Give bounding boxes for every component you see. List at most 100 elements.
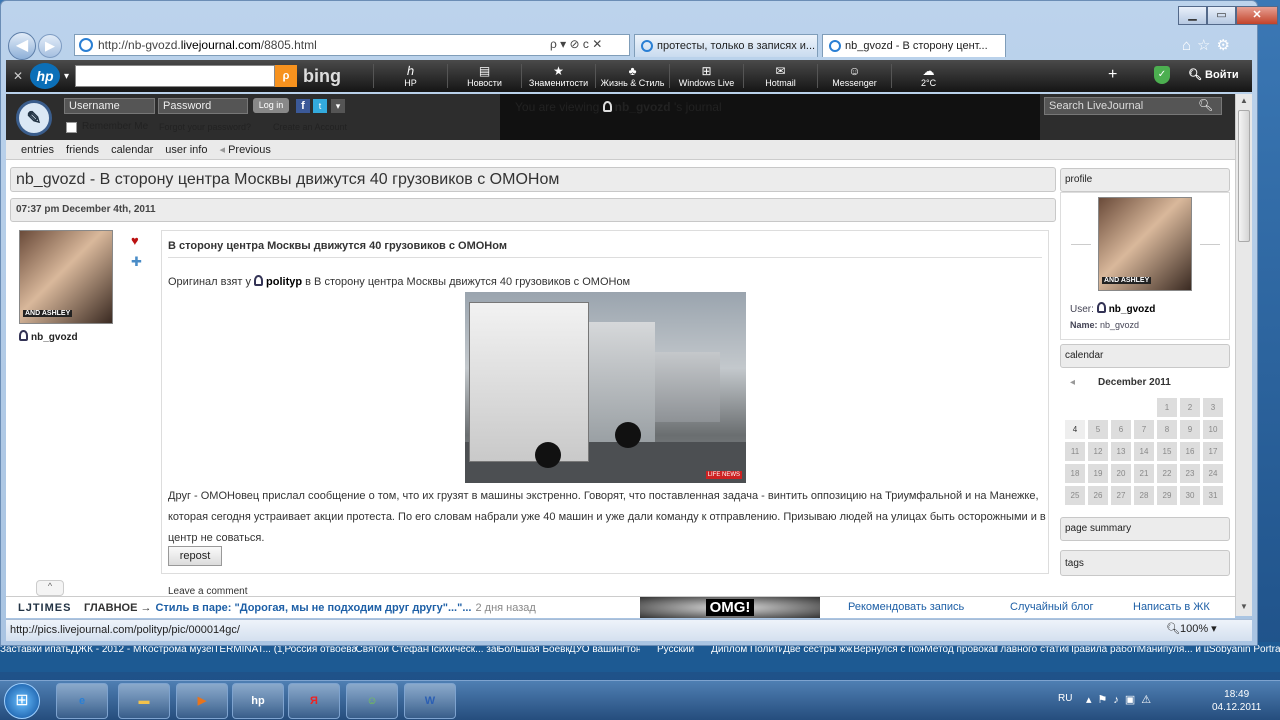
calendar-day[interactable]: 27 <box>1111 486 1131 505</box>
calendar-day[interactable]: 2 <box>1180 398 1200 417</box>
omg-banner[interactable]: OMG! <box>640 597 820 618</box>
lj-search-input[interactable]: Search LiveJournal <box>1044 97 1222 115</box>
add-friend-icon[interactable]: ✚ <box>131 254 142 270</box>
bing-search-input[interactable] <box>75 65 276 87</box>
chevron-down-icon[interactable]: ▾ <box>331 99 345 113</box>
tab-protests[interactable]: протесты, только в записях и... <box>634 34 818 57</box>
desktop-icon-label[interactable]: Правила работы Ко... <box>1067 642 1138 672</box>
calendar-day[interactable]: 22 <box>1157 464 1177 483</box>
toolbar-item-hp[interactable]: ℎ HP <box>373 64 447 88</box>
word-icon[interactable]: W <box>404 683 456 719</box>
random-blog-link[interactable]: Случайный блог <box>1010 601 1094 613</box>
calendar-day[interactable]: 20 <box>1111 464 1131 483</box>
calendar-day[interactable]: 25 <box>1065 486 1085 505</box>
search-icon[interactable]: ρ <box>275 65 298 87</box>
avatar[interactable]: AND ASHLEY <box>19 230 113 324</box>
zoom-level[interactable]: 🔍︎100% ▾ <box>1166 622 1217 635</box>
desktop-icon-label[interactable]: Метод провокаци... <box>924 642 995 672</box>
desktop-icon-label[interactable]: Русский <box>640 642 711 672</box>
desktop-icon-label[interactable]: Святой Стефан <box>356 642 427 672</box>
write-link[interactable]: Написать в ЖК <box>1133 601 1210 613</box>
toolbar-item-lifestyle[interactable]: ♣ Жизнь & Стиль <box>595 64 669 88</box>
media-player-icon[interactable]: ▶ <box>176 683 228 719</box>
desktop-icon-label[interactable]: Психическ... заболеван... <box>427 642 498 672</box>
nav-calendar[interactable]: calendar <box>111 144 153 156</box>
folder-taskbar-icon[interactable]: ▬ <box>118 683 170 719</box>
ljtimes-logo[interactable]: LJTIMES <box>6 602 78 614</box>
system-tray-icons[interactable]: ▴⚑♪▣⚠ <box>1086 693 1157 706</box>
tab-nb-gvozd[interactable]: nb_gvozd - В сторону цент... <box>822 34 1006 57</box>
calendar-day[interactable]: 28 <box>1134 486 1154 505</box>
calendar-day[interactable]: 12 <box>1088 442 1108 461</box>
shield-icon[interactable]: ✓ <box>1154 66 1170 84</box>
search-icon[interactable]: 🔍︎ <box>1198 98 1213 112</box>
toolbar-item-windows-live[interactable]: ⊞ Windows Live <box>669 64 743 88</box>
maximize-button[interactable]: ▭ <box>1207 6 1236 25</box>
calendar-day[interactable]: 30 <box>1180 486 1200 505</box>
language-indicator[interactable]: RU <box>1058 693 1072 704</box>
minimize-button[interactable]: ▁ <box>1178 6 1207 25</box>
create-account-link[interactable]: Create an Account <box>273 122 347 132</box>
original-author-link[interactable]: polityp <box>266 276 302 288</box>
desktop-icon-label[interactable]: ДУО вашингтона <box>569 642 640 672</box>
desktop-icon-label[interactable]: Две сестры жж <box>782 642 853 672</box>
livejournal-logo-icon[interactable]: ✎ <box>16 100 52 136</box>
calendar-day[interactable]: 6 <box>1111 420 1131 439</box>
calendar-day[interactable]: 8 <box>1157 420 1177 439</box>
back-button[interactable]: ◀ <box>8 32 36 60</box>
repost-button[interactable]: repost <box>168 546 222 566</box>
start-button[interactable]: ⊞ <box>4 683 40 719</box>
yandex-icon[interactable]: Я <box>288 683 340 719</box>
toolbar-item-celebs[interactable]: ★ Знаменитости <box>521 64 595 88</box>
profile-avatar[interactable]: AND ASHLEY <box>1098 197 1192 291</box>
page-scrollbar[interactable]: ▲ ▼ <box>1235 94 1252 616</box>
address-controls[interactable]: ρ ▾ ⊘ c ✕ <box>550 37 602 51</box>
calendar-day[interactable]: 4 <box>1065 420 1085 439</box>
headline-link[interactable]: Стиль в паре: "Дорогая, мы не подходим д… <box>151 602 471 614</box>
nav-friends[interactable]: friends <box>66 144 99 156</box>
calendar-day[interactable]: 11 <box>1065 442 1085 461</box>
desktop-icon-label[interactable]: Большая Боевка <box>498 642 569 672</box>
calendar-day[interactable]: 18 <box>1065 464 1085 483</box>
desktop-icon-label[interactable]: Манипуля... и шантаж ... <box>1138 642 1209 672</box>
calendar-day[interactable]: 31 <box>1203 486 1223 505</box>
ie-taskbar-icon[interactable]: e <box>56 683 108 719</box>
desktop-icon-label[interactable]: Главного статистик... <box>996 642 1067 672</box>
clock[interactable]: 18:49 04.12.2011 <box>1212 688 1261 714</box>
desktop-icon-label[interactable]: TERMINAT... (1) <box>213 642 284 672</box>
toolbar-close-icon[interactable]: ✕ <box>6 69 30 83</box>
nav-user-info[interactable]: user info <box>165 144 207 156</box>
post-photo[interactable]: LIFE NEWS <box>465 292 746 483</box>
hp-taskbar-icon[interactable]: hp <box>232 683 284 719</box>
add-icon[interactable]: + <box>1108 66 1117 84</box>
desktop-icon-label[interactable]: Sobyanin Portrait ... <box>1209 642 1280 672</box>
desktop-icon-label[interactable]: Диплом Политика <box>711 642 782 672</box>
messenger-taskbar-icon[interactable]: ☺ <box>346 683 398 719</box>
calendar-prev-icon[interactable]: ◂ <box>1070 377 1075 388</box>
calendar-day[interactable]: 21 <box>1134 464 1154 483</box>
profile-user-link[interactable]: nb_gvozd <box>1109 304 1156 315</box>
calendar-day[interactable]: 26 <box>1088 486 1108 505</box>
remember-checkbox[interactable] <box>66 122 77 133</box>
forgot-password-link[interactable]: Forgot your password? <box>159 122 251 132</box>
calendar-day[interactable]: 3 <box>1203 398 1223 417</box>
nav-previous[interactable]: ◂ Previous <box>219 143 270 156</box>
username-input[interactable]: Username <box>64 98 155 114</box>
forward-button[interactable]: ▶ <box>38 34 62 58</box>
desktop-icon-label[interactable]: Россия отвоеваыва... <box>284 642 355 672</box>
toolbar-item-weather[interactable]: ☁ 2°C <box>891 64 965 88</box>
chevron-down-icon[interactable]: ▾ <box>64 71 69 82</box>
heart-icon[interactable]: ♥ <box>131 233 139 248</box>
calendar-day[interactable]: 9 <box>1180 420 1200 439</box>
password-input[interactable]: Password <box>158 98 248 114</box>
tags-header[interactable]: tags <box>1060 550 1230 576</box>
calendar-day[interactable]: 1 <box>1157 398 1177 417</box>
login-button[interactable]: Log in <box>253 98 289 113</box>
post-author[interactable]: nb_gvozd <box>19 330 78 343</box>
desktop-icon-label[interactable]: Вернулся с пожалуй с... <box>853 642 924 672</box>
desktop-icon-label[interactable]: ДЖК - 2012 - Мессия (... <box>71 642 142 672</box>
calendar-day[interactable]: 7 <box>1134 420 1154 439</box>
toolbar-login[interactable]: 🔍︎ Войти <box>1188 68 1239 81</box>
calendar-day[interactable]: 23 <box>1180 464 1200 483</box>
calendar-day[interactable]: 16 <box>1180 442 1200 461</box>
